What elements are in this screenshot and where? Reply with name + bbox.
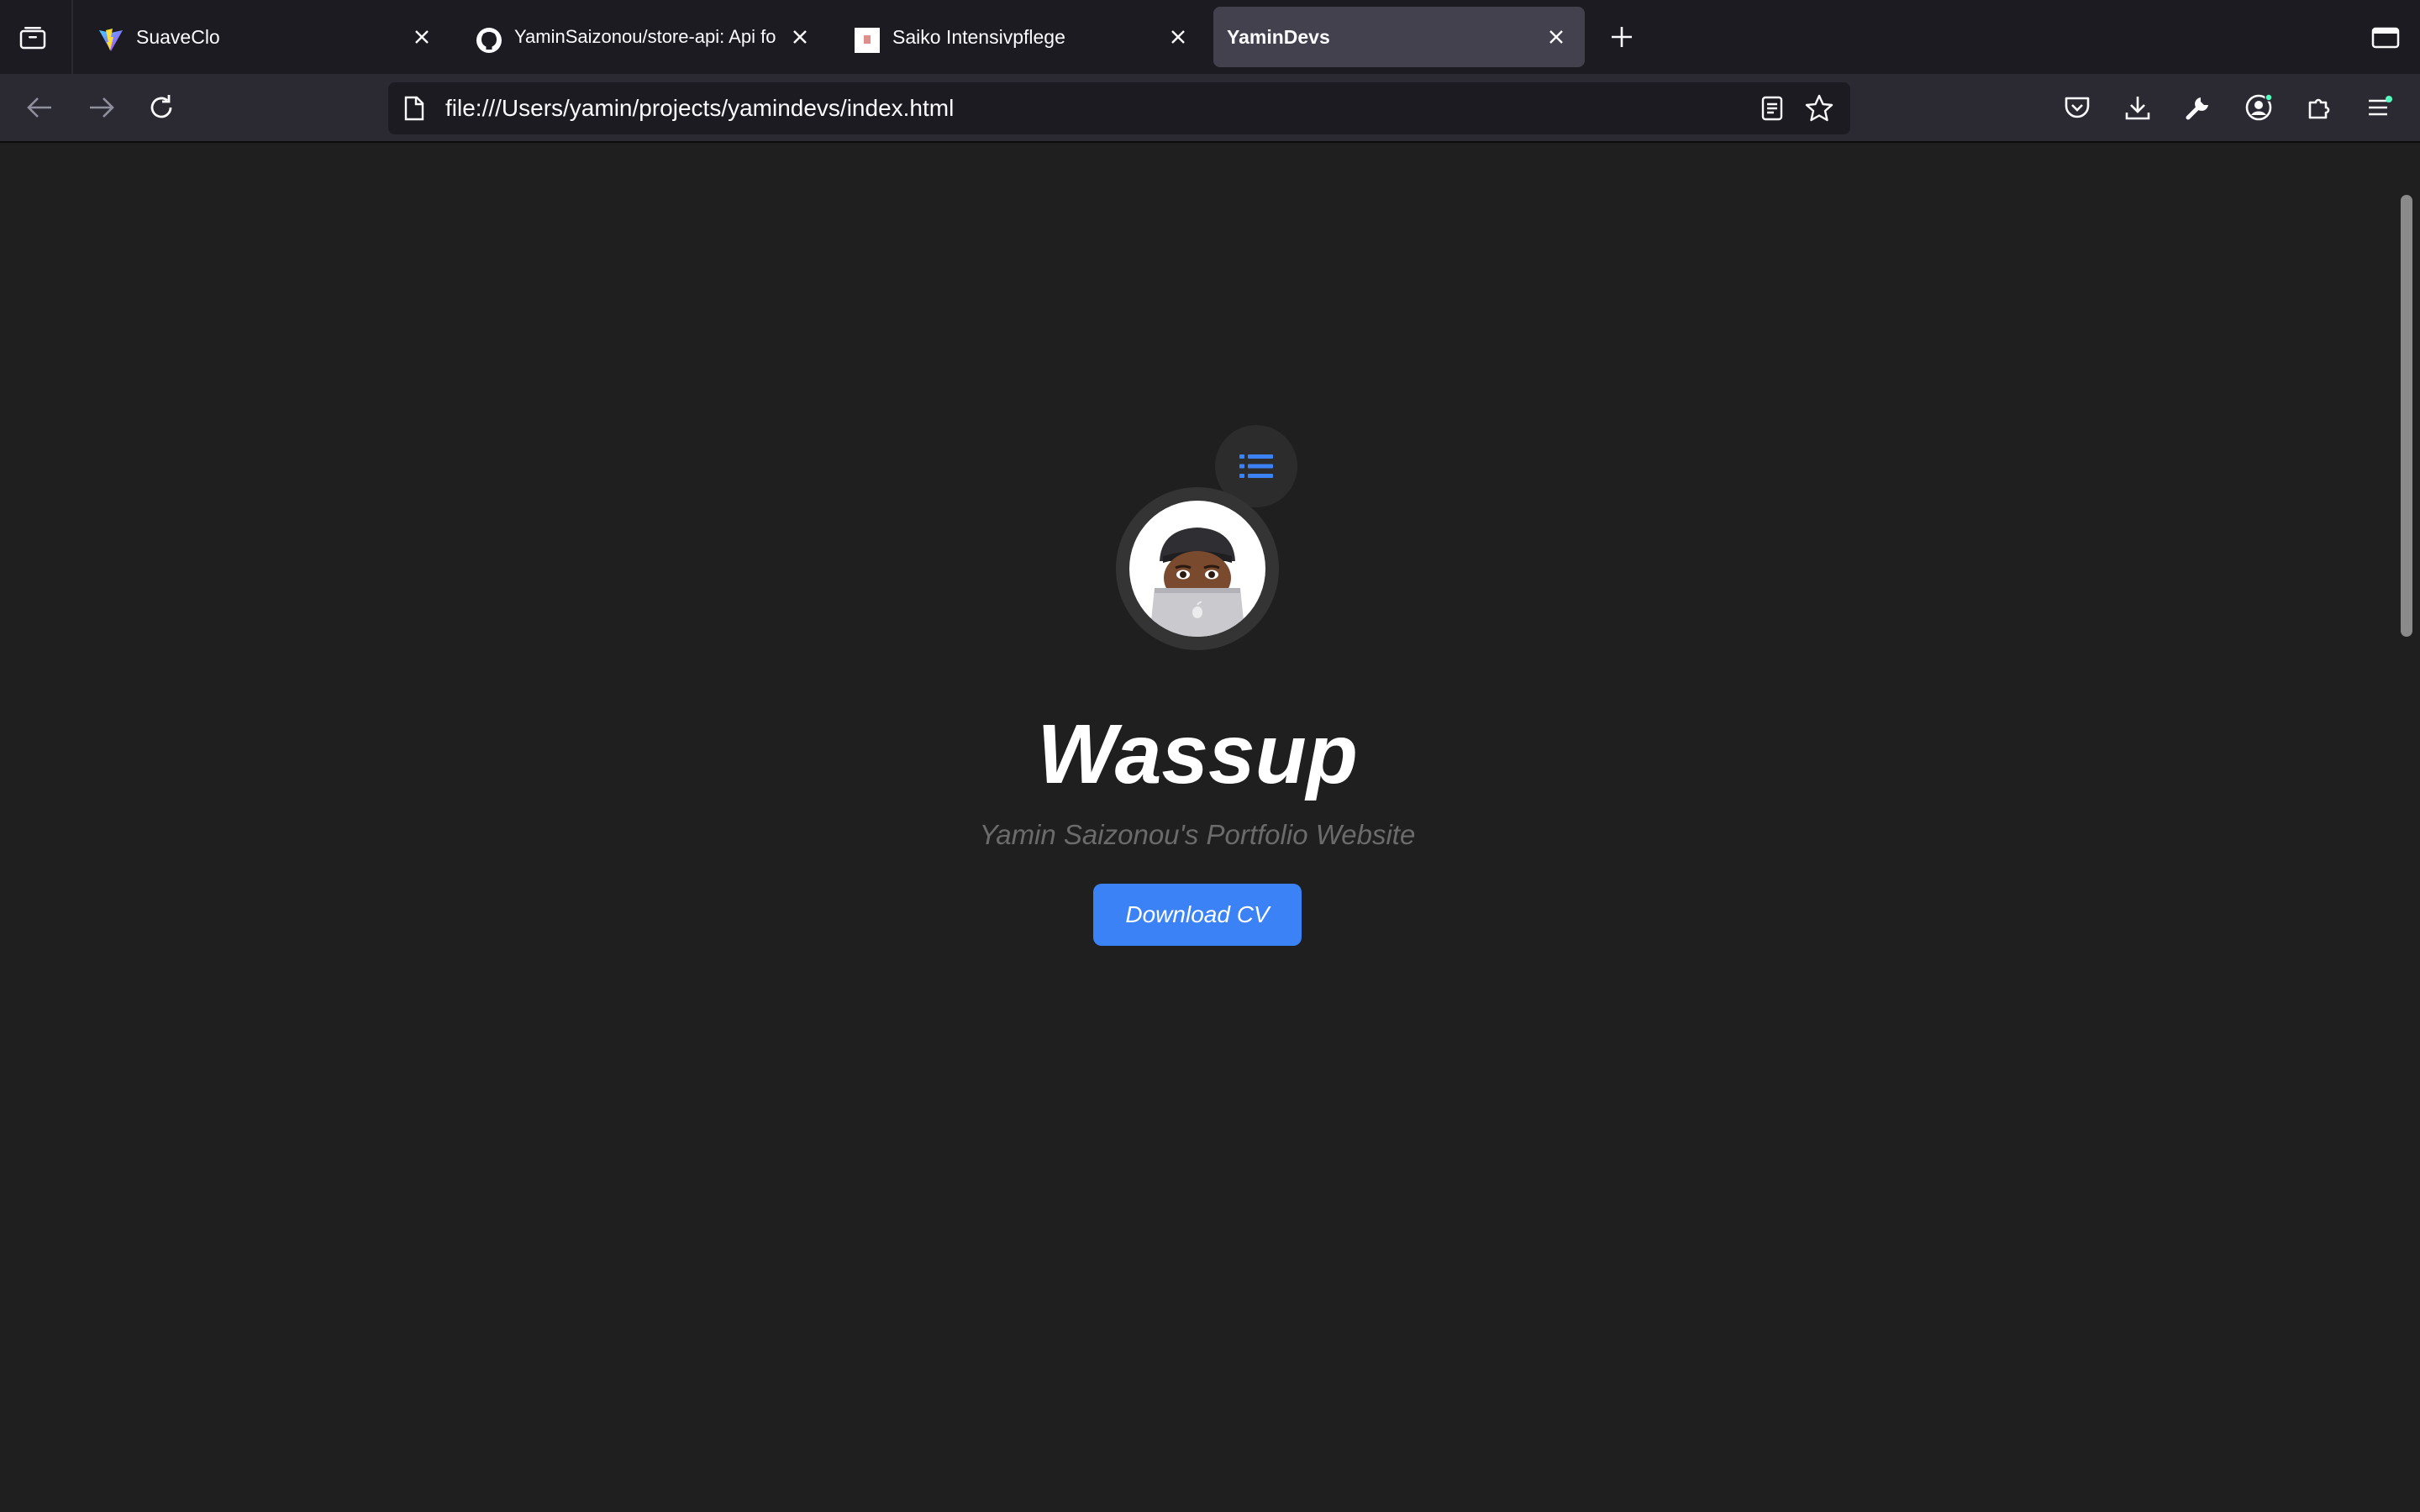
close-icon[interactable] [788, 25, 812, 49]
forward-arrow-icon[interactable] [81, 87, 121, 128]
account-icon[interactable] [2238, 87, 2279, 128]
tab-separator [71, 0, 73, 74]
close-icon[interactable] [410, 25, 434, 49]
tab-title: Saiko Intensivpflege [892, 26, 1065, 48]
vite-logo-icon [97, 27, 124, 54]
tab-yamindevs[interactable]: YaminDevs [1213, 7, 1585, 67]
download-cv-button[interactable]: Download CV [1093, 884, 1302, 946]
list-all-tabs-icon[interactable] [2368, 20, 2403, 55]
navigation-toolbar: file:///Users/yamin/projects/yamindevs/i… [0, 74, 2420, 143]
new-tab-plus-icon[interactable] [1605, 20, 1639, 54]
avatar [1129, 501, 1265, 637]
wrench-icon[interactable] [2178, 87, 2218, 128]
extensions-puzzle-icon[interactable] [2299, 87, 2339, 128]
close-icon[interactable] [1544, 25, 1568, 49]
site-favicon-icon [854, 27, 881, 54]
tab-strip: SuaveClo YaminSaizonou/store-api: Api fo… [0, 0, 2420, 74]
github-icon [476, 27, 502, 54]
tab-store-api[interactable]: YaminSaizonou/store-api: Api fo [455, 7, 825, 67]
menu-hamburger-icon[interactable] [2360, 87, 2400, 128]
tab-title: SuaveClo [136, 26, 220, 48]
address-bar[interactable]: file:///Users/yamin/projects/yamindevs/i… [388, 82, 1850, 134]
tab-manager-icon[interactable] [13, 18, 52, 57]
close-icon[interactable] [1166, 25, 1190, 49]
downloads-icon[interactable] [2118, 87, 2158, 128]
bookmark-star-icon[interactable] [1805, 94, 1833, 123]
pocket-icon[interactable] [2057, 87, 2097, 128]
tab-suaveclo[interactable]: SuaveClo [77, 7, 447, 67]
back-arrow-icon[interactable] [20, 87, 60, 128]
page-title: Wassup [1037, 707, 1358, 801]
reader-view-icon[interactable] [1758, 94, 1786, 123]
reload-icon[interactable] [141, 87, 182, 128]
tab-title: YaminSaizonou/store-api: Api fo [514, 26, 776, 47]
page-subtitle: Yamin Saizonou's Portfolio Website [979, 819, 1416, 850]
scrollbar-thumb[interactable] [2401, 195, 2412, 637]
tab-title: YaminDevs [1227, 26, 1330, 48]
page-icon [402, 96, 427, 121]
tab-saiko-intensivpflege[interactable]: Saiko Intensivpflege [834, 7, 1203, 67]
url-text[interactable]: file:///Users/yamin/projects/yamindevs/i… [445, 82, 954, 134]
